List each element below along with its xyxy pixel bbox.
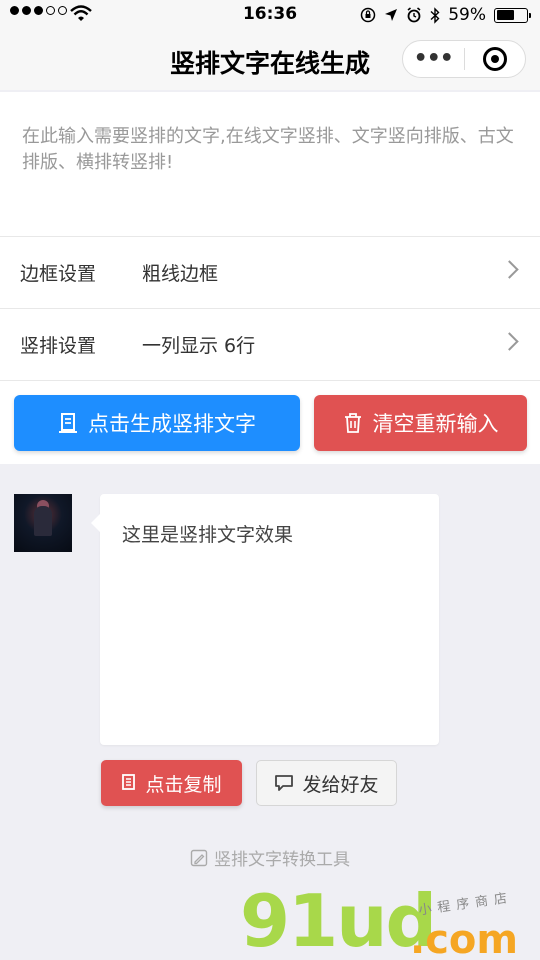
trash-icon xyxy=(344,413,361,433)
vertical-setting-row[interactable]: 竖排设置 一列显示 6行 xyxy=(0,308,540,380)
share-button[interactable]: 发给好友 xyxy=(256,760,397,806)
chat-icon xyxy=(275,775,294,791)
copy-button[interactable]: 点击复制 xyxy=(101,760,242,806)
target-icon xyxy=(482,47,507,71)
miniprogram-capsule: ••• xyxy=(402,40,526,78)
text-input-placeholder: 在此输入需要竖排的文字,在线文字竖排、文字竖向排版、古文排版、横排转竖排! xyxy=(22,126,514,173)
copy-icon xyxy=(122,774,136,790)
vertical-setting-value: 一列显示 6行 xyxy=(142,335,256,357)
vertical-setting-label: 竖排设置 xyxy=(20,335,97,357)
battery-percent: 59% xyxy=(448,5,486,25)
document-icon xyxy=(59,413,77,433)
footer-text: 竖排文字转换工具 xyxy=(214,850,350,870)
clear-button[interactable]: 清空重新输入 xyxy=(314,395,527,451)
bluetooth-icon xyxy=(430,6,440,24)
nav-bar: 竖排文字在线生成 ••• xyxy=(0,30,540,90)
status-bar: 16:36 59% xyxy=(0,0,540,30)
generate-button[interactable]: 点击生成竖排文字 xyxy=(14,395,300,451)
footer: 竖排文字转换工具 xyxy=(0,845,540,870)
pen-icon xyxy=(190,849,208,866)
orientation-lock-icon xyxy=(360,7,376,23)
clear-label: 清空重新输入 xyxy=(372,412,499,436)
alarm-icon xyxy=(407,7,421,23)
more-menu-icon[interactable]: ••• xyxy=(403,40,464,78)
text-input[interactable]: 在此输入需要竖排的文字,在线文字竖排、文字竖向排版、古文排版、横排转竖排! xyxy=(0,92,540,236)
location-icon xyxy=(385,9,398,21)
watermark-brand: 91ud xyxy=(240,879,437,960)
border-setting-row[interactable]: 边框设置 粗线边框 xyxy=(0,236,540,308)
copy-label: 点击复制 xyxy=(145,773,222,796)
border-setting-value: 粗线边框 xyxy=(142,263,219,285)
avatar xyxy=(14,494,72,552)
action-bar: 点击生成竖排文字 清空重新输入 xyxy=(0,380,540,464)
close-miniprogram-button[interactable] xyxy=(464,47,525,71)
preview-bubble: 这里是竖排文字效果 xyxy=(91,494,439,745)
watermark-logo: 91ud 小程序商店 .com xyxy=(240,885,540,960)
watermark-domain: .com xyxy=(410,917,519,960)
settings-list: 边框设置 粗线边框 竖排设置 一列显示 6行 xyxy=(0,236,540,380)
preview-text: 这里是竖排文字效果 xyxy=(122,524,294,546)
border-setting-label: 边框设置 xyxy=(20,263,97,285)
generate-label: 点击生成竖排文字 xyxy=(88,412,256,436)
share-label: 发给好友 xyxy=(302,773,379,796)
battery-icon xyxy=(494,7,531,23)
